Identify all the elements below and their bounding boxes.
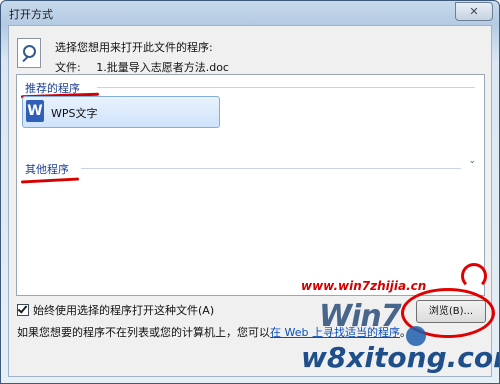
title-bar: 打开方式 ✕ [1,1,499,25]
always-use-label[interactable]: 始终使用选择的程序打开这种文件(A) [33,304,214,317]
watermark-site: www.win7zhijia.cn [301,279,427,293]
program-list[interactable]: 推荐的程序 W WPS文字 其他程序 ⌄ [16,74,485,296]
red-underline-annotation [20,177,80,184]
program-label: WPS文字 [51,107,98,120]
always-use-row[interactable]: 始终使用选择的程序打开这种文件(A) [17,302,214,318]
check-mark-icon [17,303,28,314]
watermark-win7: Win7 [319,299,402,334]
hint-prefix: 如果您想要的程序不在列表或您的计算机上，您可以 [17,326,270,339]
recommended-divider [97,87,475,88]
other-divider [81,168,461,169]
file-name: 1.批量导入志愿者方法.doc [96,61,229,74]
always-use-checkbox[interactable] [17,303,29,316]
chevron-down-icon[interactable]: ⌄ [468,156,476,166]
magnifier-handle [22,55,29,63]
file-info: 文件: 1.批量导入志愿者方法.doc [55,59,229,75]
window-title: 打开方式 [9,8,53,21]
program-item-wps[interactable]: W WPS文字 [22,96,220,128]
other-programs-header[interactable]: 其他程序 [25,161,69,177]
open-with-dialog: 打开方式 ✕ 选择您想用来打开此文件的程序: 文件: 1.批量导入志愿者方法.d… [0,0,500,384]
dialog-prompt: 选择您想用来打开此文件的程序: [55,41,213,54]
close-button[interactable]: ✕ [455,2,493,21]
wps-writer-icon: W [26,100,44,122]
watermark-domain: w8xitong.com [301,341,499,374]
file-search-icon [17,38,41,68]
dialog-body: 选择您想用来打开此文件的程序: 文件: 1.批量导入志愿者方法.doc 推荐的程… [8,25,495,377]
file-label: 文件: [55,61,81,74]
magnifier-lens [23,45,36,58]
red-loop-annotation [461,263,487,289]
